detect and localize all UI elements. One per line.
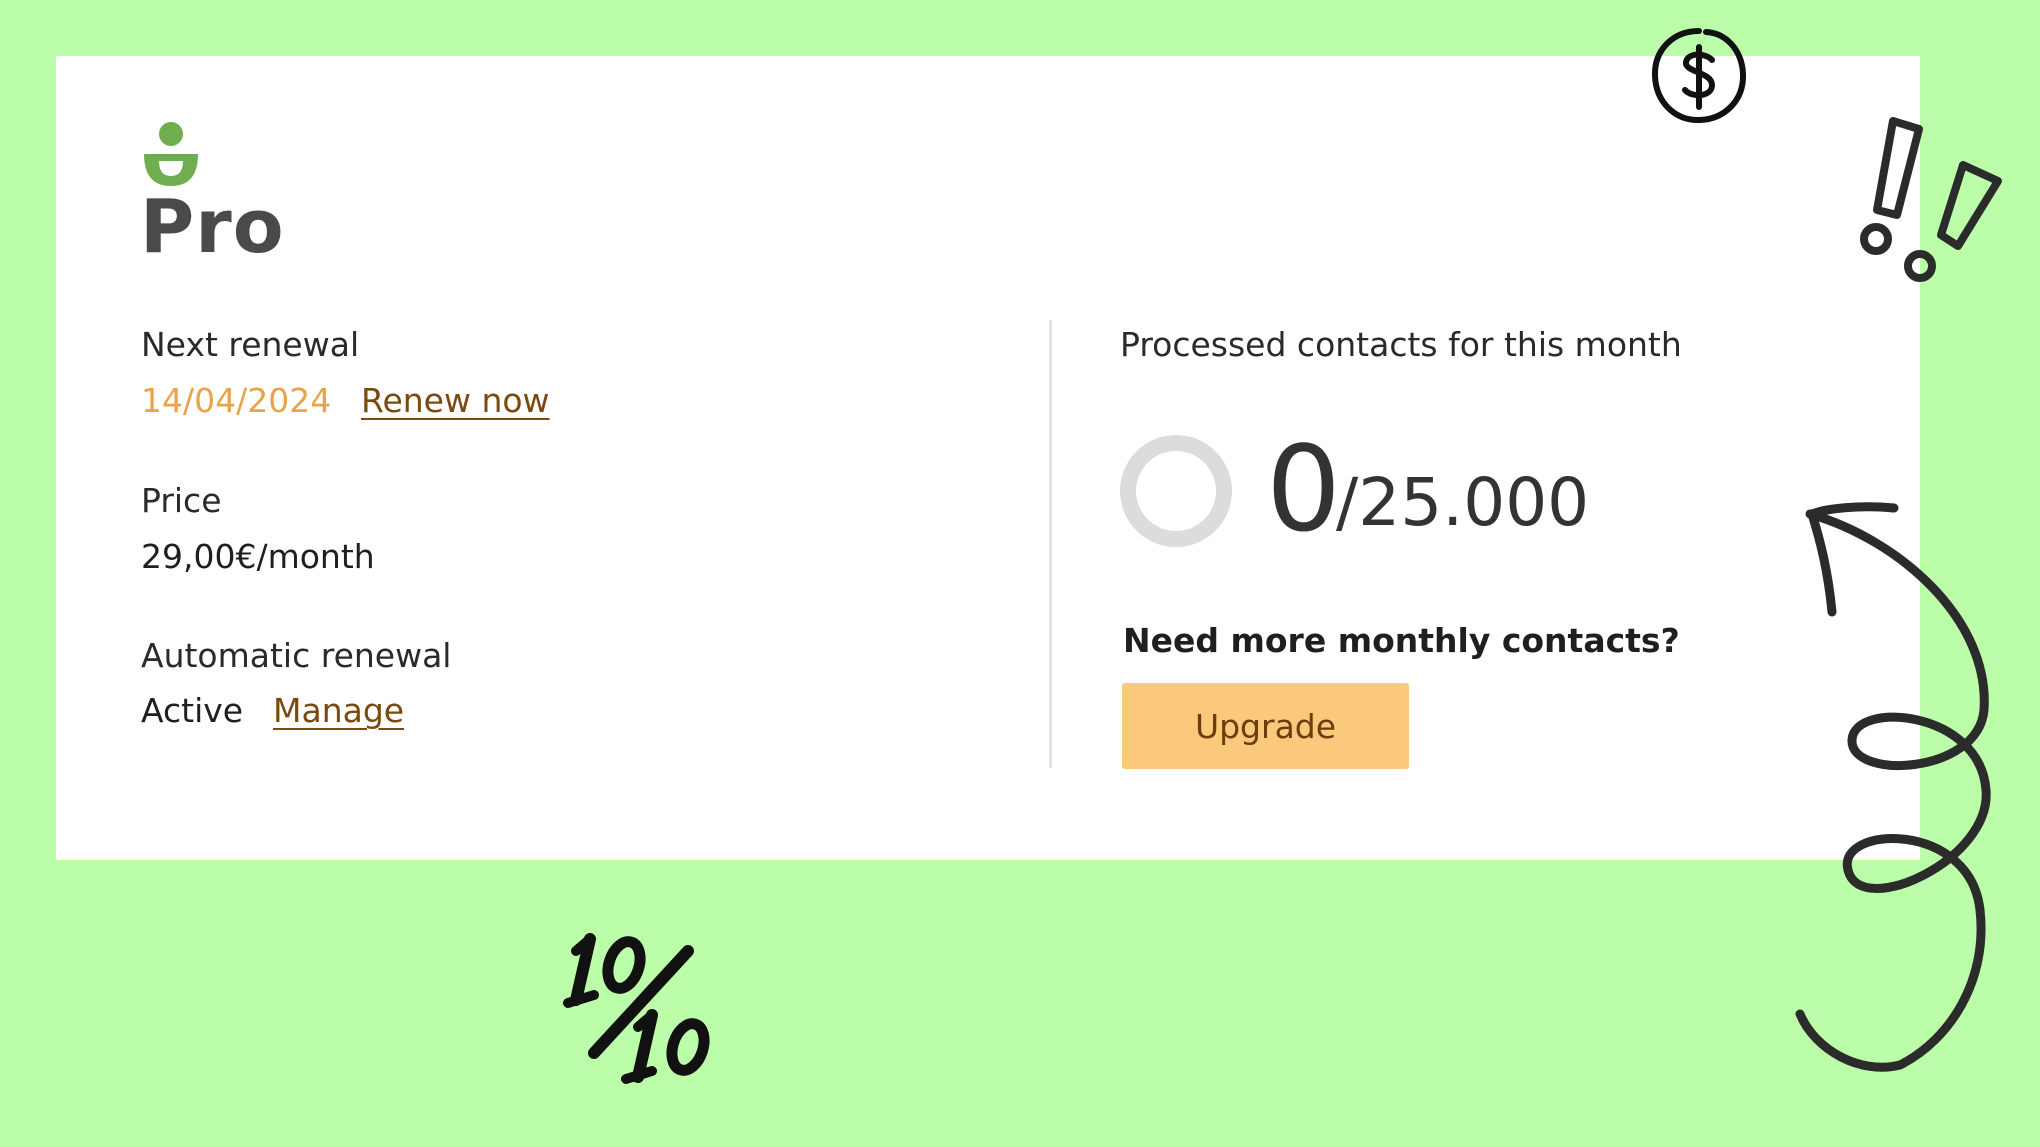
next-renewal-date: 14/04/2024 — [141, 381, 332, 420]
upgrade-question: Need more monthly contacts? — [1123, 621, 1680, 660]
usage-title: Processed contacts for this month — [1120, 325, 1682, 364]
price-label: Price — [141, 481, 222, 520]
automatic-renewal-status: Active — [141, 691, 244, 730]
dollar-icon — [1651, 28, 1747, 124]
automatic-renewal-label: Automatic renewal — [141, 636, 452, 675]
usage-total-count: /25.000 — [1336, 464, 1590, 541]
ten-out-of-ten-icon — [563, 933, 710, 1084]
curly-arrow-icon — [1795, 502, 1991, 1072]
column-divider — [1049, 320, 1052, 768]
upgrade-button[interactable]: Upgrade — [1122, 683, 1409, 769]
renew-now-link[interactable]: Renew now — [361, 384, 550, 417]
plan-name: Pro — [140, 184, 285, 270]
plan-logo-icon — [144, 122, 198, 186]
manage-link[interactable]: Manage — [273, 694, 404, 727]
usage-progress-ring — [1120, 435, 1232, 547]
price-value: 29,00€/month — [141, 537, 375, 576]
subscription-card — [56, 56, 1920, 860]
exclamation-marks-icon — [1860, 117, 2002, 282]
next-renewal-label: Next renewal — [141, 325, 360, 364]
usage-used-count: 0 — [1266, 420, 1342, 558]
